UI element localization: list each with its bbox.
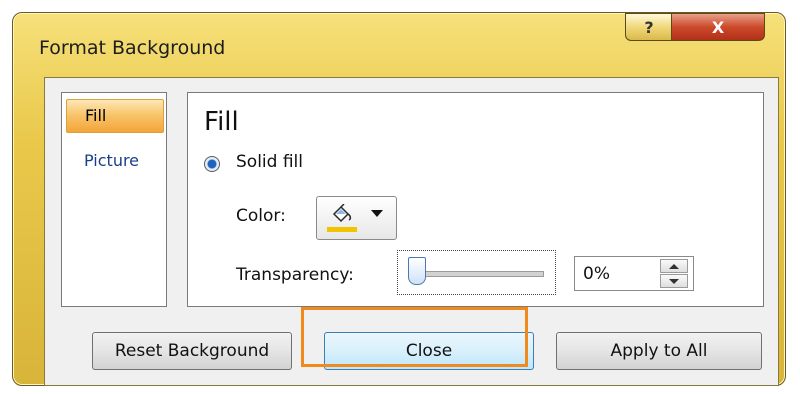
solid-fill-label: Solid fill	[236, 152, 303, 172]
transparency-spinbox[interactable]: 0%	[574, 256, 694, 291]
reset-background-button[interactable]: Reset Background	[92, 332, 292, 370]
color-label: Color:	[236, 206, 286, 226]
color-picker-button[interactable]	[316, 196, 397, 240]
color-swatch	[327, 227, 357, 232]
nav-item-picture[interactable]: Picture	[66, 147, 162, 179]
close-icon: X	[711, 17, 725, 37]
transparency-slider[interactable]	[397, 250, 556, 295]
category-list: Fill Picture	[61, 92, 167, 307]
spin-down-button[interactable]	[660, 274, 688, 288]
spin-buttons	[660, 259, 688, 288]
chevron-down-icon	[371, 210, 383, 217]
close-button-highlight	[301, 307, 528, 367]
nav-item-label: Picture	[84, 151, 140, 170]
arrow-up-icon	[669, 263, 679, 269]
transparency-value: 0%	[583, 264, 610, 284]
window-close-button[interactable]: X	[671, 13, 765, 41]
help-button[interactable]: ?	[625, 13, 673, 41]
nav-item-label: Fill	[85, 106, 107, 125]
apply-to-all-button[interactable]: Apply to All	[556, 332, 762, 370]
spin-up-button[interactable]	[660, 259, 688, 273]
slider-thumb[interactable]	[408, 257, 426, 285]
arrow-down-icon	[669, 278, 679, 284]
fill-panel: Fill Solid fill Color: Transparency: 0%	[187, 92, 764, 307]
help-icon: ?	[644, 17, 654, 37]
slider-track	[418, 271, 544, 277]
nav-item-fill[interactable]: Fill	[66, 99, 164, 133]
window-title: Format Background	[39, 37, 226, 59]
solid-fill-radio[interactable]	[204, 156, 220, 172]
panel-title: Fill	[204, 107, 239, 137]
transparency-label: Transparency:	[236, 265, 354, 285]
paint-bucket-icon	[327, 203, 357, 225]
